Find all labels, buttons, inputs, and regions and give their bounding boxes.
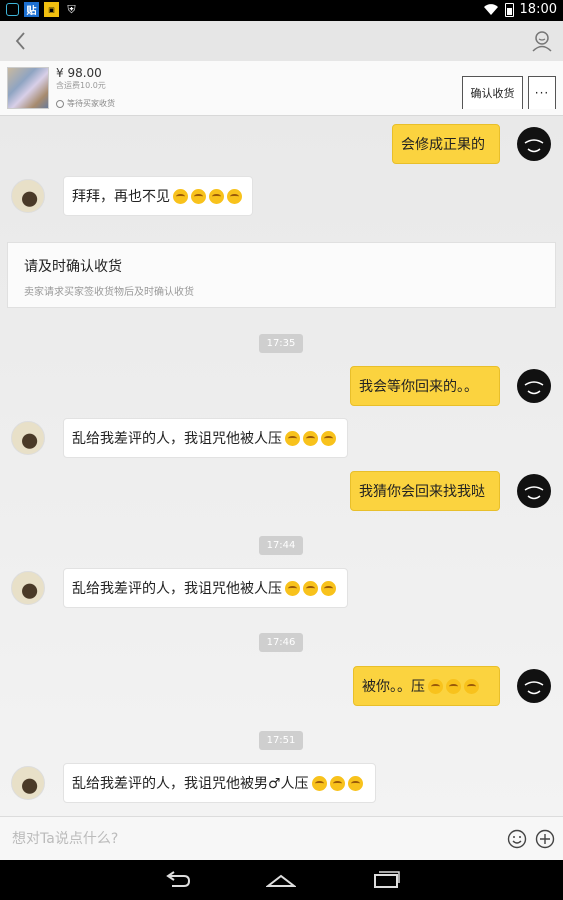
message-bubble-other[interactable]: 乱给我差评的人，我诅咒他被人压 <box>63 418 348 458</box>
emoji-icon <box>347 775 363 791</box>
product-bar: ¥ 98.00 含运费10.0元 等待买家收货 确认收货 ··· <box>0 61 563 116</box>
confirm-receipt-card[interactable]: 请及时确认收货 卖家请求买家签收货物后及时确认收货 <box>7 242 556 308</box>
back-nav-icon[interactable] <box>162 868 192 892</box>
message-bubble-other[interactable]: 乱给我差评的人，我诅咒他被男♂人压 <box>63 763 376 803</box>
order-status-text: 等待买家收货 <box>67 99 115 108</box>
more-options-button[interactable]: ··· <box>528 76 556 109</box>
avatar[interactable] <box>11 766 45 800</box>
clock-time: 18:00 <box>519 2 557 17</box>
confirm-receipt-button[interactable]: 确认收货 <box>462 76 523 109</box>
avatar[interactable] <box>11 421 45 455</box>
card-subtitle: 卖家请求买家签收货物后及时确认收货 <box>24 287 194 298</box>
avatar[interactable] <box>11 571 45 605</box>
order-status: 等待买家收货 <box>56 98 115 109</box>
shopping-bag-icon <box>6 3 19 16</box>
card-title: 请及时确认收货 <box>24 259 122 275</box>
message-text: 乱给我差评的人，我诅咒他被人压 <box>72 581 282 597</box>
message-text: 拜拜，再也不见 <box>72 189 170 205</box>
message-text: 我会等你回来的。。 <box>359 379 478 395</box>
message-input[interactable] <box>12 827 492 851</box>
message-text: 我猜你会回来找我哒 <box>359 484 485 500</box>
timestamp: 17:46 <box>259 633 303 652</box>
emoji-icon <box>311 775 327 791</box>
emoji-icon <box>285 430 300 446</box>
avatar[interactable] <box>517 474 551 508</box>
emoji-icon <box>227 188 242 204</box>
emoji-icon <box>464 678 479 694</box>
navigation-bar <box>0 860 563 900</box>
emoji-icon <box>321 430 336 446</box>
message-bubble-me[interactable]: 会修成正果的 <box>392 124 500 164</box>
avatar[interactable] <box>517 669 551 703</box>
status-bar: 贴 ▣ ⛨ 18:00 <box>0 0 563 21</box>
timestamp: 17:35 <box>259 334 303 353</box>
wifi-icon <box>483 4 498 15</box>
shield-icon: ⛨ <box>67 2 76 16</box>
timestamp: 17:51 <box>259 731 303 750</box>
clock-icon <box>56 99 64 108</box>
chat-header <box>0 21 563 61</box>
emoji-icon <box>303 580 318 596</box>
message-bubble-me[interactable]: 我猜你会回来找我哒 <box>350 471 500 511</box>
product-price: ¥ 98.00 <box>56 66 102 80</box>
tie-icon: 贴 <box>24 2 39 17</box>
emoji-icon <box>173 188 188 204</box>
message-bubble-me[interactable]: 被你。。压 <box>353 666 500 706</box>
avatar[interactable] <box>517 369 551 403</box>
battery-icon <box>504 2 514 17</box>
message-bubble-other[interactable]: 拜拜，再也不见 <box>63 176 253 216</box>
emoji-icon <box>428 678 443 694</box>
user-profile-icon[interactable] <box>529 28 555 54</box>
message-list[interactable]: 会修成正果的 拜拜，再也不见 请及时确认收货 卖家请求买家签收货物后及时确认收货… <box>0 116 563 816</box>
message-bubble-me[interactable]: 我会等你回来的。。 <box>350 366 500 406</box>
message-text: 乱给我差评的人，我诅咒他被人压 <box>72 431 282 447</box>
emoji-icon <box>285 580 300 596</box>
emoji-icon <box>209 188 224 204</box>
timestamp: 17:44 <box>259 536 303 555</box>
emoji-icon <box>446 678 461 694</box>
message-text: 被你。。压 <box>362 679 425 695</box>
emoji-icon <box>321 580 336 596</box>
emoji-icon <box>303 430 318 446</box>
chevron-left-icon[interactable] <box>8 27 34 55</box>
image-icon: ▣ <box>44 2 59 17</box>
smiley-icon[interactable] <box>507 829 527 849</box>
home-nav-icon[interactable] <box>266 868 296 892</box>
emoji-icon <box>191 188 206 204</box>
message-text: 乱给我差评的人，我诅咒他被男♂人压 <box>72 776 309 792</box>
plus-circle-icon[interactable] <box>535 829 555 849</box>
recents-nav-icon[interactable] <box>371 868 401 892</box>
input-bar <box>0 816 563 860</box>
product-thumbnail[interactable] <box>7 67 49 109</box>
avatar[interactable] <box>11 179 45 213</box>
avatar[interactable] <box>517 127 551 161</box>
message-text: 会修成正果的 <box>401 137 485 153</box>
message-bubble-other[interactable]: 乱给我差评的人，我诅咒他被人压 <box>63 568 348 608</box>
shipping-fee: 含运费10.0元 <box>56 81 106 90</box>
emoji-icon <box>329 775 345 791</box>
